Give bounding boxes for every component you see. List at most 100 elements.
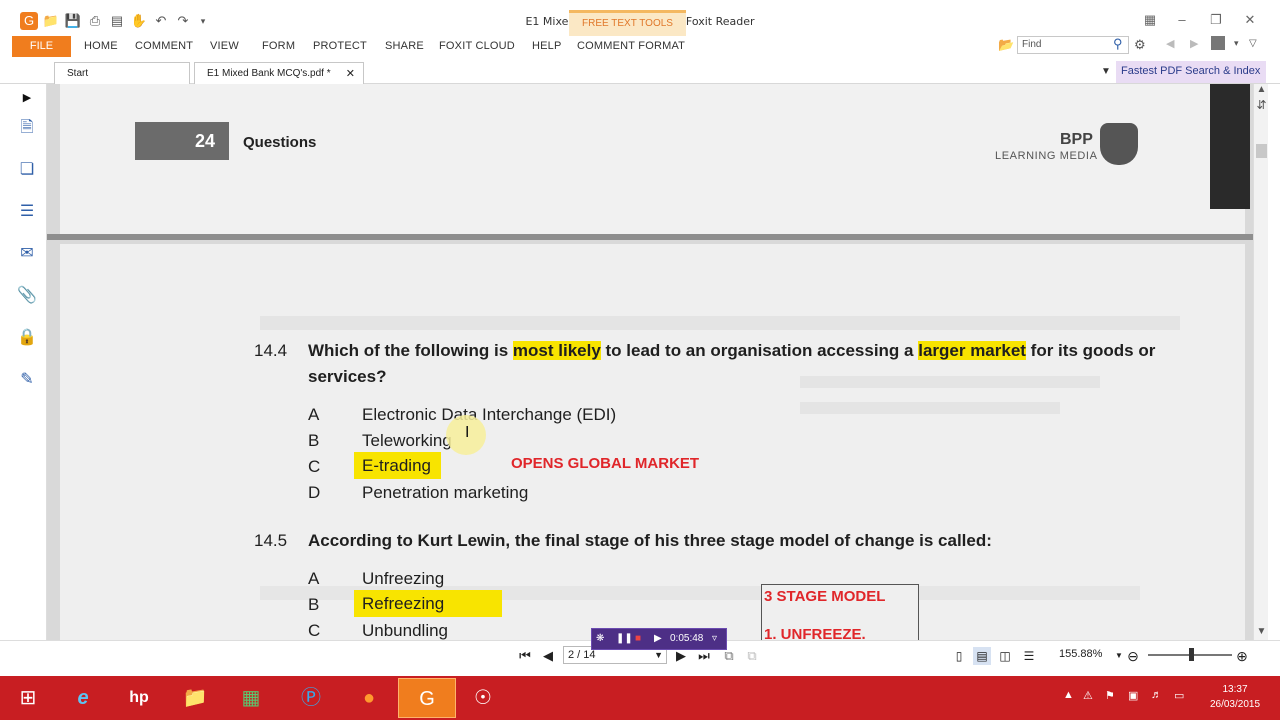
attachments-icon[interactable]: 📎 xyxy=(17,286,37,306)
vertical-scrollbar[interactable]: ▲ ⇵ ▼ xyxy=(1253,84,1268,640)
firefox-icon[interactable]: ● xyxy=(340,678,398,718)
tab-form[interactable]: FORM xyxy=(262,40,295,52)
pages-thumbnails-icon[interactable]: ❏ xyxy=(17,160,37,180)
stop-icon[interactable]: ■ xyxy=(635,629,641,649)
highlight-e-trading[interactable]: E-trading xyxy=(354,452,441,479)
highlight-most-likely[interactable]: most likely xyxy=(512,341,601,360)
tab-comment[interactable]: COMMENT xyxy=(135,40,193,52)
continuous-page-icon[interactable]: ▤ xyxy=(973,647,991,665)
excel-icon[interactable]: ▦ xyxy=(222,678,280,718)
q14-4-option-letter: A xyxy=(308,405,320,424)
system-clock[interactable]: 13:37 26/03/2015 xyxy=(1196,682,1274,712)
tray-antivirus-icon[interactable]: ⚠ xyxy=(1083,689,1093,702)
find-folder-icon[interactable]: 📂 xyxy=(998,37,1014,53)
status-bar: ⏮ ◀ 2 / 14 ▼ ▶ ⏭ ⧉ ⧉ ❋ ❚❚ ■ ▶ 0:05:48 ▿ … xyxy=(0,628,1280,676)
zoom-level[interactable]: 155.88% xyxy=(1059,648,1102,660)
comments-icon[interactable]: ✉ xyxy=(17,244,37,264)
restore-button[interactable]: ❐ xyxy=(1206,12,1226,28)
free-text-annotation[interactable]: OPENS GLOBAL MARKET xyxy=(511,455,699,472)
file-explorer-icon[interactable]: 📁 xyxy=(166,678,224,718)
highlight-refreezing[interactable]: Refreezing xyxy=(354,590,503,617)
bpp-brand: BPP xyxy=(1060,131,1093,148)
tab-help[interactable]: HELP xyxy=(532,40,562,52)
document-viewer[interactable]: 24 Questions BPP LEARNING MEDIA 14.4 Whi… xyxy=(47,84,1253,640)
dropdown-arrow-icon[interactable]: ▼ xyxy=(1101,66,1111,77)
first-page-icon[interactable]: ⏮ xyxy=(516,647,534,665)
file-tab[interactable]: FILE xyxy=(12,36,71,57)
close-tab-icon[interactable]: ✕ xyxy=(346,63,355,85)
tray-volume-icon[interactable]: ♬ xyxy=(1151,689,1162,701)
foxit-reader-window: G 📁 💾 ⎙ ▤ ✋ ↶ ↷ ▾ E1 Mixed Bank MCQ's.pd… xyxy=(0,0,1280,720)
screen-recorder-bar[interactable]: ❋ ❚❚ ■ ▶ 0:05:48 ▿ xyxy=(591,628,727,650)
continuous-facing-icon[interactable]: ☰ xyxy=(1020,647,1038,665)
tab-home[interactable]: HOME xyxy=(84,40,118,52)
recorder-spinner-icon: ❋ xyxy=(596,633,605,644)
tray-network-icon[interactable]: ▣ xyxy=(1128,689,1138,702)
signature-icon[interactable]: ✎ xyxy=(17,370,37,390)
bpp-brand-sub: LEARNING MEDIA xyxy=(995,150,1098,162)
highlight-larger-market[interactable]: larger market xyxy=(918,341,1026,360)
section-label: Questions xyxy=(243,134,317,151)
scroll-thumb[interactable] xyxy=(1256,144,1267,158)
next-result-icon[interactable]: ▶ xyxy=(1190,37,1198,50)
document-tab-bar: Start E1 Mixed Bank MCQ's.pdf * ✕ xyxy=(0,62,1280,86)
tab-start[interactable]: Start xyxy=(54,62,190,86)
scroll-down-icon[interactable]: ▼ xyxy=(1254,626,1269,637)
windows-start-icon[interactable]: ⊞ xyxy=(0,678,56,718)
gear-icon[interactable]: ⚙ xyxy=(1134,37,1146,53)
facing-page-icon[interactable]: ◫ xyxy=(996,647,1014,665)
tab-foxit-cloud[interactable]: FOXIT CLOUD xyxy=(439,40,515,52)
minimize-button[interactable]: – xyxy=(1172,12,1192,28)
user-account-icon[interactable] xyxy=(1211,36,1225,50)
tab-document[interactable]: E1 Mixed Bank MCQ's.pdf * ✕ xyxy=(194,62,364,86)
scroll-up-icon[interactable]: ▲ xyxy=(1254,84,1269,95)
security-lock-icon[interactable]: 🔒 xyxy=(17,328,37,348)
tab-view[interactable]: VIEW xyxy=(210,40,239,52)
scan-dark-edge xyxy=(1210,84,1250,209)
free-text-tools-context-tab[interactable]: FREE TEXT TOOLS xyxy=(569,10,686,36)
hp-icon[interactable]: hp xyxy=(110,678,168,718)
search-icon[interactable]: ⚲ xyxy=(1113,36,1123,52)
ribbon-display-icon[interactable]: ▦ xyxy=(1140,12,1160,28)
page-indicator: 2 / 14 xyxy=(568,649,596,661)
tab-share[interactable]: SHARE xyxy=(385,40,424,52)
prev-result-icon[interactable]: ◀ xyxy=(1166,37,1174,50)
navigation-panel: ▶ 🗎 ❏ ☰ ✉ 📎 🔒 ✎ xyxy=(5,84,47,644)
zoom-in-icon[interactable]: ⊕ xyxy=(1233,647,1251,665)
tab-comment-format[interactable]: COMMENT FORMAT xyxy=(577,40,685,52)
foxit-reader-task-icon[interactable]: G xyxy=(398,678,456,718)
tray-battery-icon[interactable]: ▭ xyxy=(1174,689,1184,702)
tray-expand-icon[interactable]: ▲ xyxy=(1063,689,1074,701)
show-through-text xyxy=(800,402,1060,414)
fastest-search-banner[interactable]: Fastest PDF Search & Index xyxy=(1116,61,1266,83)
recorder-task-icon[interactable]: ☉ xyxy=(454,678,512,718)
expand-panel-icon[interactable]: ▶ xyxy=(17,88,37,108)
windows-taskbar: ⊞ e hp 📁 ▦ Ⓟ ● G ☉ ▲ ⚠ ⚑ ▣ ♬ ▭ 13:37 26/… xyxy=(0,676,1280,720)
page-number-block: 24 xyxy=(135,122,229,160)
q14-4-text: Which of the following is most likely to… xyxy=(308,341,1155,361)
q14-5-number: 14.5 xyxy=(254,531,288,550)
tab-protect[interactable]: PROTECT xyxy=(313,40,367,52)
play-icon[interactable]: ▶ xyxy=(654,629,662,649)
page-icon[interactable]: 🗎 xyxy=(17,118,37,138)
split-view-icon[interactable]: ⇵ xyxy=(1254,98,1269,112)
stage-model-annotation-box[interactable]: 3 STAGE MODEL 1. UNFREEZE. xyxy=(761,584,919,640)
q14-4-option-text: Electronic Data Interchange (EDI) xyxy=(362,405,617,424)
account-chevron-icon[interactable]: ▾ xyxy=(1234,38,1239,49)
prev-page-icon[interactable]: ◀ xyxy=(539,647,557,665)
collapse-ribbon-icon[interactable]: ▽ xyxy=(1249,38,1257,49)
layers-icon[interactable]: ☰ xyxy=(17,202,37,222)
title-bar: G 📁 💾 ⎙ ▤ ✋ ↶ ↷ ▾ E1 Mixed Bank MCQ's.pd… xyxy=(0,0,1280,36)
recorder-menu-icon[interactable]: ▿ xyxy=(712,629,717,649)
zoom-out-icon[interactable]: ⊖ xyxy=(1124,647,1142,665)
close-window-button[interactable]: ✕ xyxy=(1240,12,1260,28)
next-view-icon[interactable]: ⧉ xyxy=(743,647,761,665)
stage-model-step1: 1. UNFREEZE. xyxy=(764,626,866,640)
zoom-slider-thumb[interactable] xyxy=(1189,648,1194,661)
internet-explorer-icon[interactable]: e xyxy=(54,678,112,718)
clock-time: 13:37 xyxy=(1222,684,1248,695)
q-app-icon[interactable]: Ⓟ xyxy=(282,678,340,718)
tray-action-center-icon[interactable]: ⚑ xyxy=(1105,689,1115,702)
single-page-icon[interactable]: ▯ xyxy=(950,647,968,665)
pause-icon[interactable]: ❚❚ xyxy=(616,629,633,649)
